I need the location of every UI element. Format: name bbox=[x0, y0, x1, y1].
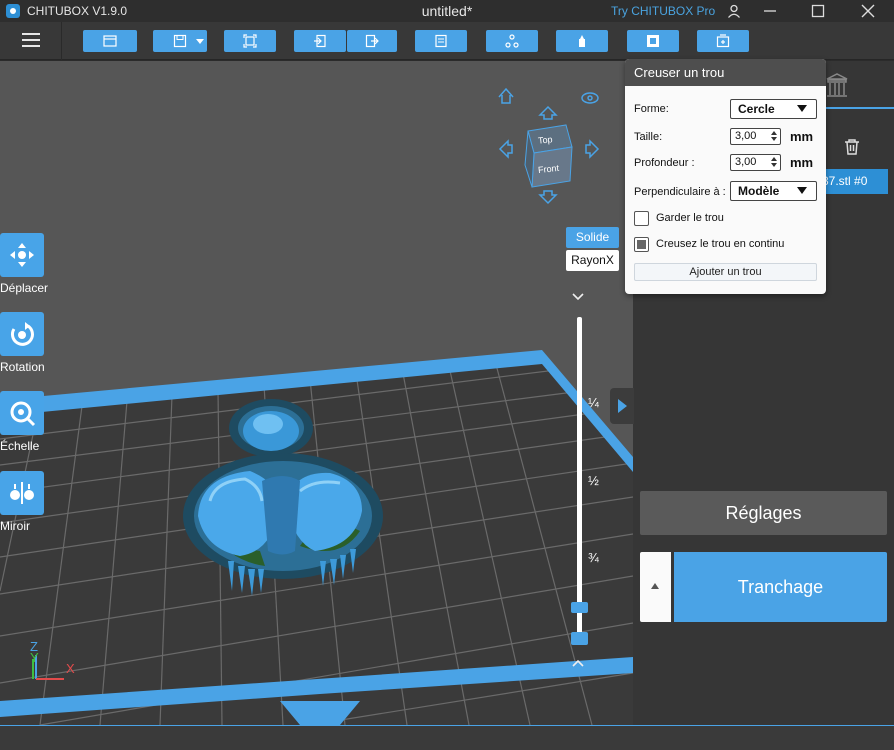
layer-slider-track[interactable] bbox=[577, 317, 582, 639]
view-navigator bbox=[498, 87, 600, 205]
layer-slider-lower-handle[interactable] bbox=[571, 632, 588, 645]
maximize-icon[interactable] bbox=[798, 0, 838, 22]
size-label: Taille: bbox=[634, 131, 663, 143]
settings-button[interactable]: Réglages bbox=[640, 491, 887, 535]
size-value: 3,00 bbox=[735, 130, 757, 142]
title-bar: CHITUBOX V1.9.0 untitled* Try CHITUBOX P… bbox=[0, 0, 894, 22]
depth-unit: mm bbox=[790, 155, 814, 170]
tool-scale[interactable]: Échelle bbox=[0, 391, 52, 453]
shape-label: Forme: bbox=[634, 103, 669, 115]
rotate-button[interactable] bbox=[0, 312, 44, 356]
shape-select[interactable]: Cercle bbox=[730, 99, 817, 119]
support-button[interactable] bbox=[556, 30, 608, 52]
minimize-icon[interactable] bbox=[750, 0, 790, 22]
perpendicular-label: Perpendiculaire à : bbox=[634, 186, 726, 198]
keep-hole-label: Garder le trou bbox=[656, 212, 724, 224]
tool-move-label: Déplacer bbox=[0, 281, 49, 295]
size-input[interactable]: 3,00 bbox=[730, 128, 781, 145]
tool-mirror-label: Miroir bbox=[0, 519, 30, 533]
trash-icon[interactable] bbox=[844, 138, 860, 156]
status-bar bbox=[0, 725, 894, 750]
continuous-dig-checkbox[interactable] bbox=[634, 237, 649, 252]
home-view-icon bbox=[498, 87, 514, 104]
tool-move[interactable]: Déplacer bbox=[0, 233, 52, 295]
chevron-down-icon bbox=[196, 39, 204, 44]
auto-layout-button[interactable] bbox=[224, 30, 276, 52]
mirror-button[interactable] bbox=[0, 471, 44, 515]
app-title: CHITUBOX V1.9.0 bbox=[27, 4, 128, 18]
network-button[interactable] bbox=[486, 30, 538, 52]
xray-mode-button[interactable]: RayonX bbox=[566, 250, 619, 271]
depth-value: 3,00 bbox=[735, 156, 757, 168]
toolbar bbox=[0, 22, 894, 60]
scale-button[interactable] bbox=[0, 391, 44, 435]
axis-x-label: X bbox=[66, 661, 75, 676]
import-button[interactable] bbox=[294, 30, 346, 52]
preview-button[interactable] bbox=[415, 30, 467, 52]
slider-mark-half: ½ bbox=[588, 473, 599, 488]
depth-input[interactable]: 3,00 bbox=[730, 154, 781, 171]
build-plate-icon[interactable] bbox=[825, 73, 849, 99]
continuous-dig-label: Creusez le trou en continu bbox=[656, 238, 785, 250]
axis-y-label: Y bbox=[30, 650, 39, 665]
slice-button[interactable]: Tranchage bbox=[674, 552, 887, 622]
view-cube-top-label: Top bbox=[537, 134, 553, 146]
scale-icon bbox=[10, 401, 36, 427]
dig-hole-dialog: Creuser un trou Forme: Cercle Taille: 3,… bbox=[625, 59, 826, 294]
move-button[interactable] bbox=[0, 233, 44, 277]
arrow-up-icon bbox=[538, 105, 558, 120]
tool-mirror[interactable]: Miroir bbox=[0, 471, 52, 533]
eye-icon bbox=[581, 92, 599, 104]
depth-spin-arrows-icon[interactable] bbox=[771, 157, 777, 168]
panel-collapse-arrow-icon[interactable] bbox=[610, 388, 634, 424]
add-hole-button[interactable]: Ajouter un trou bbox=[634, 263, 817, 281]
save-dropdown-button[interactable] bbox=[153, 30, 207, 52]
slider-up-chevron-icon[interactable] bbox=[571, 289, 585, 305]
size-unit: mm bbox=[790, 129, 814, 144]
size-spin-arrows-icon[interactable] bbox=[771, 131, 777, 142]
dialog-title: Creuser un trou bbox=[625, 59, 826, 86]
solid-mode-button[interactable]: Solide bbox=[566, 227, 619, 248]
arrow-left-icon bbox=[498, 139, 513, 159]
open-file-button[interactable] bbox=[83, 30, 137, 52]
dig-hole-button[interactable] bbox=[697, 30, 749, 52]
layer-slider-upper-handle[interactable] bbox=[571, 602, 588, 613]
mirror-icon bbox=[10, 482, 34, 504]
slider-down-chevron-icon[interactable] bbox=[571, 655, 585, 671]
export-button[interactable] bbox=[347, 30, 397, 52]
model-list-item[interactable]: 37.stl #0 bbox=[818, 169, 888, 194]
chitubox-logo-icon bbox=[6, 4, 20, 18]
perpendicular-select[interactable]: Modèle bbox=[730, 181, 817, 201]
arrow-right-icon bbox=[585, 139, 600, 159]
move-icon bbox=[10, 243, 34, 267]
close-icon[interactable] bbox=[848, 0, 888, 22]
hollow-button[interactable] bbox=[627, 30, 679, 52]
arrow-down-icon bbox=[538, 190, 558, 205]
keep-hole-checkbox[interactable] bbox=[634, 211, 649, 226]
tool-rotate-label: Rotation bbox=[0, 360, 45, 374]
slider-mark-three-quarter: ¾ bbox=[588, 550, 599, 565]
3d-viewport[interactable]: Z Y X Top Front Déplacer Rotation Échell… bbox=[0, 61, 633, 725]
rotate-icon bbox=[10, 322, 34, 346]
tool-rotate[interactable]: Rotation bbox=[0, 312, 52, 374]
try-pro-link[interactable]: Try CHITUBOX Pro bbox=[611, 4, 715, 18]
user-icon[interactable] bbox=[714, 0, 754, 22]
slider-mark-quarter: ¼ bbox=[588, 395, 599, 410]
slice-options-expand-button[interactable] bbox=[640, 552, 671, 622]
hamburger-menu-icon[interactable] bbox=[0, 22, 62, 60]
tool-scale-label: Échelle bbox=[0, 439, 40, 453]
depth-label: Profondeur : bbox=[634, 157, 695, 169]
